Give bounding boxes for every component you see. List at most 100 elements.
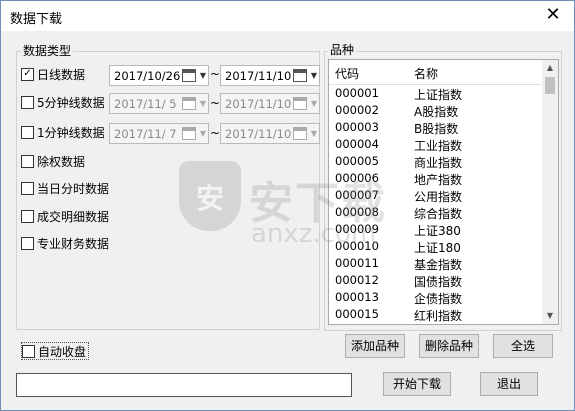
list-item[interactable]: 000012 国债指数 <box>329 272 541 289</box>
product-code: 000012 <box>335 273 379 287</box>
chevron-down-icon: ▼ <box>199 129 207 138</box>
checkbox-box <box>21 154 34 168</box>
intraday-data-checkbox[interactable]: 当日分时数据 <box>21 180 109 196</box>
add-product-button[interactable]: 添加品种 <box>345 334 405 358</box>
checkbox-box <box>21 95 34 109</box>
product-name: 商业指数 <box>414 156 463 170</box>
5min-to-date: 2017/11/10 ▼ <box>220 93 320 114</box>
product-code: 000004 <box>335 137 379 151</box>
5min-from-value: 2017/11/ 5 <box>114 96 177 111</box>
chevron-down-icon: ▼ <box>199 99 207 108</box>
watermark: 安 安下载 anxz.com <box>179 161 394 256</box>
1min-data-checkbox[interactable]: 1分钟线数据 <box>21 124 105 140</box>
auto-close-checkbox[interactable]: 自动收盘 <box>21 342 90 360</box>
range-separator: ~ <box>210 126 221 140</box>
watermark-sub: anxz.com <box>251 219 377 249</box>
product-code: 000011 <box>335 256 379 270</box>
checkbox-box <box>21 181 34 195</box>
chevron-down-icon[interactable]: ▼ <box>198 71 208 80</box>
list-item[interactable]: 000011 基金指数 <box>329 255 541 272</box>
5min-data-label: 5分钟线数据 <box>37 95 105 110</box>
calendar-icon <box>293 97 307 110</box>
delete-product-button[interactable]: 删除品种 <box>419 334 479 358</box>
download-dialog: 数据下载 ✕ 数据类型 ✓ 日线数据 2017/10/26 ▼ ~ 2017/1… <box>0 0 575 411</box>
product-name: B股指数 <box>414 122 459 136</box>
5min-data-checkbox[interactable]: 5分钟线数据 <box>21 94 105 110</box>
product-name: 综合指数 <box>414 207 463 221</box>
title-bar: 数据下载 ✕ <box>1 1 574 31</box>
progress-bar <box>16 373 352 397</box>
exrights-data-checkbox[interactable]: 除权数据 <box>21 153 85 169</box>
intraday-data-label: 当日分时数据 <box>37 181 110 196</box>
shield-icon: 安 <box>179 161 241 231</box>
5min-from-date: 2017/11/ 5 ▼ <box>109 93 209 114</box>
daily-data-label: 日线数据 <box>37 67 86 82</box>
product-name: 公用指数 <box>414 190 463 204</box>
product-name: 基金指数 <box>414 258 463 272</box>
product-name: 上证指数 <box>414 88 463 102</box>
5min-to-value: 2017/11/10 <box>225 96 292 111</box>
list-item[interactable]: 000015 红利指数 <box>329 306 541 323</box>
product-name: 企债指数 <box>414 292 463 306</box>
trade-detail-label: 成交明细数据 <box>37 209 110 224</box>
products-label: 品种 <box>328 41 357 58</box>
column-name[interactable]: 名称 <box>414 65 438 82</box>
scroll-thumb[interactable] <box>545 77 555 94</box>
product-code: 000015 <box>335 307 379 321</box>
product-name: 红利指数 <box>414 309 463 323</box>
1min-data-label: 1分钟线数据 <box>37 125 105 140</box>
product-name: 工业指数 <box>414 139 463 153</box>
exrights-data-label: 除权数据 <box>37 154 86 169</box>
shield-glyph: 安 <box>196 182 225 215</box>
1min-to-value: 2017/11/10 <box>225 126 292 141</box>
list-header: 代码 名称 <box>329 60 541 85</box>
checkbox-box <box>21 209 34 223</box>
product-name: 地产指数 <box>414 173 463 187</box>
column-code[interactable]: 代码 <box>335 65 359 82</box>
select-all-button[interactable]: 全选 <box>493 334 553 358</box>
auto-close-label: 自动收盘 <box>38 344 87 359</box>
calendar-icon[interactable] <box>182 69 196 82</box>
1min-to-date: 2017/11/10 ▼ <box>220 123 320 144</box>
checkbox-box <box>22 344 35 358</box>
daily-data-checkbox[interactable]: ✓ 日线数据 <box>21 66 85 82</box>
1min-from-date: 2017/11/ 7 ▼ <box>109 123 209 144</box>
daily-to-date[interactable]: 2017/11/10 ▼ <box>220 65 320 86</box>
daily-from-date[interactable]: 2017/10/26 ▼ <box>109 65 209 86</box>
chevron-down-icon: ▼ <box>310 99 318 108</box>
window-title: 数据下载 <box>10 12 63 27</box>
scroll-up-icon[interactable]: ▲ <box>542 60 558 76</box>
range-separator: ~ <box>210 96 221 110</box>
calendar-icon <box>182 127 196 140</box>
1min-from-value: 2017/11/ 7 <box>114 126 177 141</box>
close-icon[interactable]: ✕ <box>540 3 566 27</box>
financial-data-checkbox[interactable]: 专业财务数据 <box>21 235 109 251</box>
chevron-down-icon[interactable]: ▼ <box>309 71 319 80</box>
scroll-down-icon[interactable]: ▼ <box>542 308 558 324</box>
product-code: 000001 <box>335 86 379 100</box>
list-item[interactable]: 000002 A股指数 <box>329 102 541 119</box>
product-name: 国债指数 <box>414 275 463 289</box>
checkbox-box <box>21 236 34 250</box>
product-name: A股指数 <box>414 105 459 119</box>
calendar-icon <box>182 97 196 110</box>
financial-data-label: 专业财务数据 <box>37 236 110 251</box>
chevron-down-icon: ▼ <box>310 129 318 138</box>
product-code: 000013 <box>335 290 379 304</box>
list-item[interactable]: 000001 上证指数 <box>329 85 541 102</box>
daily-from-value: 2017/10/26 <box>114 68 181 83</box>
product-name: 上证180 <box>414 241 461 255</box>
list-item[interactable]: 000013 企债指数 <box>329 289 541 306</box>
calendar-icon <box>293 127 307 140</box>
checkbox-box <box>21 125 34 139</box>
product-code: 000003 <box>335 120 379 134</box>
list-item[interactable]: 000004 工业指数 <box>329 136 541 153</box>
daily-to-value: 2017/11/10 <box>225 68 292 83</box>
exit-button[interactable]: 退出 <box>480 372 538 396</box>
calendar-icon[interactable] <box>293 69 307 82</box>
trade-detail-checkbox[interactable]: 成交明细数据 <box>21 208 109 224</box>
range-separator: ~ <box>210 67 221 81</box>
list-scrollbar[interactable]: ▲ ▼ <box>542 60 558 324</box>
start-download-button[interactable]: 开始下载 <box>383 372 451 396</box>
list-item[interactable]: 000003 B股指数 <box>329 119 541 136</box>
